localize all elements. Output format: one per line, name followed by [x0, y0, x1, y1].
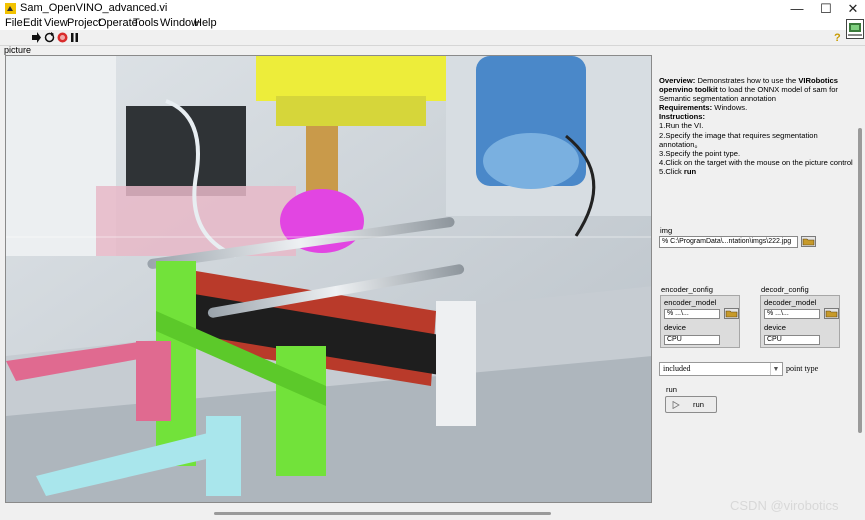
instruction-step-1: 1.Run the VI. [659, 121, 704, 131]
abort-icon[interactable] [57, 32, 68, 43]
labview-app-icon [5, 3, 16, 14]
menu-tools[interactable]: Tools [133, 17, 159, 30]
encoder-config-label: encoder_config [661, 285, 713, 294]
encoder-model-browse-button[interactable] [724, 308, 739, 319]
run-button-label: run [693, 400, 704, 409]
requirements-heading: Requirements: [659, 103, 713, 113]
csdn-watermark: CSDN @virobotics [730, 498, 839, 513]
folder-icon [802, 238, 815, 246]
menu-project[interactable]: Project [67, 17, 101, 30]
close-button[interactable]: ✕ [838, 0, 865, 17]
vi-icon [846, 19, 864, 39]
instructions-heading: Instructions: [659, 112, 705, 122]
decoder-model-label: decoder_model [764, 298, 817, 307]
picture-control[interactable] [5, 55, 652, 503]
img-path-field[interactable]: % C:\ProgramData\...ntation\imgs\222.jpg [659, 236, 798, 248]
play-icon [672, 401, 680, 409]
img-label: img [660, 226, 673, 235]
encoder-model-label: encoder_model [664, 298, 717, 307]
requirements-text: Windows. [714, 103, 748, 113]
instruction-step-5: 5.Click [659, 166, 682, 176]
context-help-icon[interactable]: ? [834, 32, 841, 44]
menu-view[interactable]: View [44, 17, 68, 30]
path-prefix-icon: % [767, 310, 776, 317]
minimize-button[interactable]: — [782, 0, 812, 17]
description-panel: Overview: Demonstrates how to use the VI… [659, 76, 855, 176]
img-browse-button[interactable] [801, 236, 816, 247]
path-prefix-icon: % [667, 310, 676, 317]
encoder-device-field[interactable]: CPU [664, 335, 720, 345]
run-continuously-icon[interactable] [44, 32, 55, 43]
window-title: Sam_OpenVINO_advanced.vi [20, 2, 168, 14]
maximize-button[interactable]: ☐ [811, 0, 841, 17]
point-type-value: included [663, 364, 691, 373]
instruction-step-2: 2.Specify the image that requires segmen… [659, 130, 818, 149]
encoder-model-value: ...\... [675, 310, 689, 317]
instruction-run-word: run [683, 166, 697, 176]
encoder-device-label: device [664, 323, 686, 332]
decoder-model-field[interactable]: % ...\... [764, 309, 820, 319]
menu-operate[interactable]: Operate [98, 17, 138, 30]
instruction-step-3: 3.Specify the point type. [659, 148, 741, 158]
decoder-model-browse-button[interactable] [824, 308, 839, 319]
point-type-dropdown[interactable]: included ▼ [659, 362, 783, 376]
decoder-model-value: ...\... [775, 310, 789, 317]
decoder-config-label: decodr_config [761, 285, 809, 294]
folder-icon [725, 310, 738, 318]
decoder-device-label: device [764, 323, 786, 332]
robot-workstation-image [6, 56, 651, 502]
encoder-config-cluster: encoder_model % ...\... device CPU [660, 295, 740, 348]
overview-text: Demonstrates how to use the [697, 76, 797, 85]
instruction-step-4: 4.Click on the target with the mouse on … [659, 157, 853, 167]
img-path-value: C:\ProgramData\...ntation\imgs\222.jpg [670, 238, 792, 245]
path-prefix-icon: % [662, 238, 671, 245]
run-arrow-icon[interactable] [31, 32, 42, 43]
overview-heading: Overview: [659, 76, 696, 85]
decoder-device-field[interactable]: CPU [764, 335, 820, 345]
chevron-down-icon[interactable]: ▼ [770, 363, 781, 375]
pause-icon[interactable] [69, 32, 80, 43]
picture-label: picture [4, 45, 32, 55]
vertical-scrollbar[interactable] [858, 128, 862, 433]
horizontal-scrollbar[interactable] [214, 512, 551, 515]
menu-edit[interactable]: Edit [23, 17, 42, 30]
menu-file[interactable]: File [5, 17, 23, 30]
point-type-label: point type [786, 364, 819, 373]
folder-icon [825, 310, 838, 318]
run-label: run [666, 385, 677, 394]
title-bar: Sam_OpenVINO_advanced.vi — ☐ ✕ [0, 0, 865, 18]
menu-bar: File Edit View Project Operate Tools Win… [0, 17, 865, 30]
decoder-config-cluster: decoder_model % ...\... device CPU [760, 295, 840, 348]
menu-help[interactable]: Help [194, 17, 217, 30]
run-button[interactable]: run [665, 396, 717, 413]
encoder-model-field[interactable]: % ...\... [664, 309, 720, 319]
toolbar [0, 30, 865, 46]
